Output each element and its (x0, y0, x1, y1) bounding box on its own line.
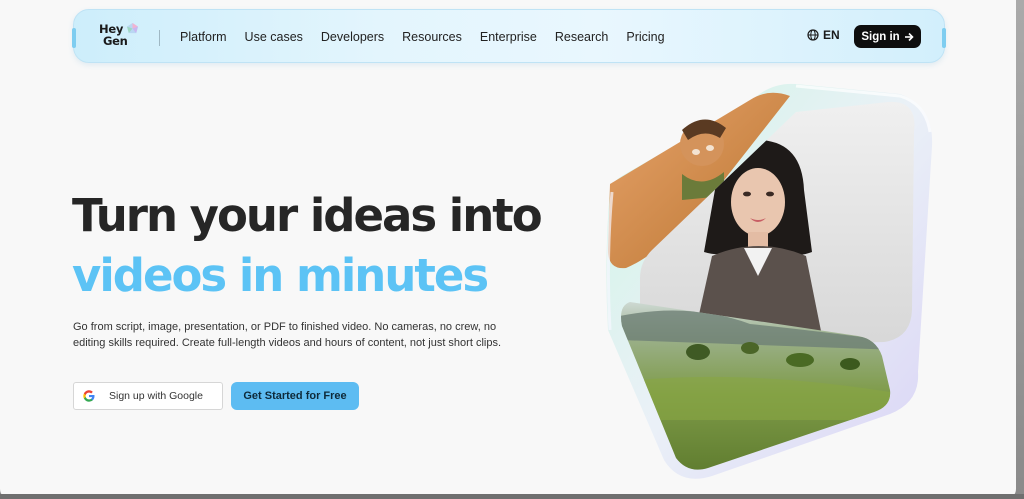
nav-edge-right (942, 28, 946, 48)
get-started-label: Get Started for Free (243, 390, 347, 402)
nav-link-resources[interactable]: Resources (402, 30, 462, 44)
nav-edge-left (72, 28, 76, 48)
logo-line-2: Gen (103, 34, 128, 48)
language-selector[interactable]: EN (807, 28, 840, 42)
sign-in-label: Sign in (861, 30, 900, 43)
language-label: EN (823, 28, 840, 42)
globe-icon (807, 29, 819, 41)
nav-link-pricing[interactable]: Pricing (626, 30, 664, 44)
nav-link-research[interactable]: Research (555, 30, 609, 44)
logo-wordmark: Hey Gen (99, 23, 128, 47)
sign-in-button[interactable]: Sign in (854, 25, 921, 48)
headline-line-1: Turn your ideas into (72, 189, 543, 242)
nav-link-platform[interactable]: Platform (180, 30, 227, 44)
google-icon (83, 390, 95, 402)
nav-link-use-cases[interactable]: Use cases (245, 30, 303, 44)
hero-headline: Turn your ideas into videos in minutes (72, 186, 543, 306)
sign-up-google-button[interactable]: Sign up with Google (73, 382, 223, 410)
nav-link-enterprise[interactable]: Enterprise (480, 30, 537, 44)
page: Hey Gen Platform Use cases Developers Re… (0, 0, 1016, 499)
arrow-right-icon (904, 32, 914, 41)
heygen-gem-icon (127, 23, 138, 34)
nav-links: Platform Use cases Developers Resources … (180, 10, 683, 64)
hero-video-cube (606, 83, 933, 479)
browser-bottom-edge (0, 494, 1024, 499)
nav-link-developers[interactable]: Developers (321, 30, 384, 44)
top-nav: Hey Gen Platform Use cases Developers Re… (72, 9, 946, 64)
browser-scrollbar-edge (1016, 0, 1024, 499)
nav-divider (159, 30, 160, 46)
headline-line-2: videos in minutes (72, 249, 489, 302)
get-started-button[interactable]: Get Started for Free (231, 382, 359, 410)
hero-subtitle: Go from script, image, presentation, or … (73, 321, 502, 349)
google-button-label: Sign up with Google (109, 390, 203, 402)
heygen-logo[interactable]: Hey Gen (99, 23, 143, 51)
